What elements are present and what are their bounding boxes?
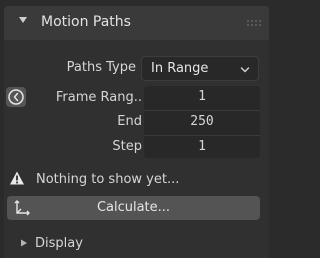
triangle-right-icon[interactable] [20, 239, 28, 250]
paths-type-dropdown[interactable]: In Range [141, 56, 259, 81]
paths-type-value: In Range [151, 61, 209, 76]
display-subpanel-title[interactable]: Display [35, 236, 83, 251]
frame-step-field[interactable]: 1 [144, 136, 260, 159]
drag-grip-icon[interactable] [247, 20, 261, 26]
calculate-label: Calculate... [96, 200, 171, 215]
motion-paths-panel: Motion Paths Paths Type In Range Frame R… [0, 0, 274, 258]
frame-start-value: 1 [198, 89, 206, 104]
warning-text: Nothing to show yet... [36, 172, 180, 187]
clock-icon [8, 89, 24, 105]
panel-header[interactable]: Motion Paths [4, 6, 269, 40]
chevron-down-icon [240, 64, 250, 74]
frame-start-field[interactable]: 1 [144, 86, 260, 109]
frame-range-label: Frame Rang.. [55, 90, 142, 105]
frame-end-field[interactable]: 250 [144, 111, 260, 134]
frame-step-label: Step [112, 139, 142, 154]
clock-button[interactable] [6, 87, 26, 107]
warning-icon [9, 170, 25, 186]
paths-type-label: Paths Type [66, 60, 136, 75]
calculate-button[interactable]: Calculate... [7, 196, 260, 220]
frame-end-value: 250 [190, 114, 214, 129]
triangle-down-icon[interactable] [18, 15, 32, 29]
panel-title: Motion Paths [41, 14, 131, 30]
frame-end-label: End [117, 114, 142, 129]
frame-step-value: 1 [198, 139, 206, 154]
